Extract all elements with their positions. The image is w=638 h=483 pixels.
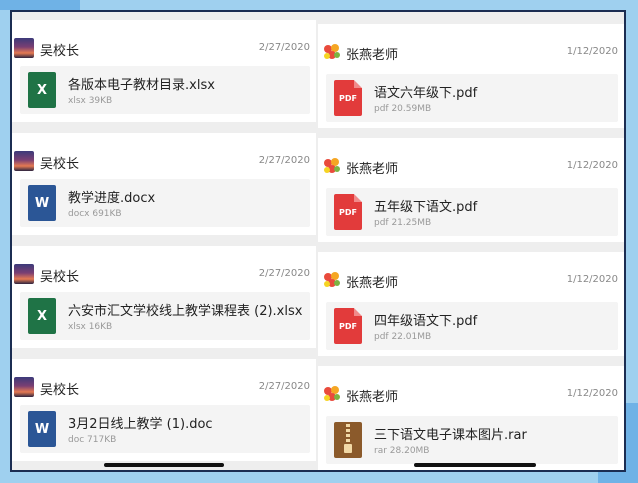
message-card[interactable]: 张燕老师 1/12/2020 PDF 四年级语文下.pdf pdf 22.01M…	[318, 252, 624, 356]
message-card[interactable]: 吴校长 2/27/2020 W 3月2日线上教学 (1).doc doc 717…	[12, 359, 316, 461]
file-meta: rar 28.20MB	[374, 446, 430, 456]
pdf-file-icon: PDF	[334, 194, 362, 230]
file-name: 五年级下语文.pdf	[374, 200, 478, 215]
message-date: 2/27/2020	[258, 42, 310, 53]
sender-name: 吴校长	[40, 44, 80, 59]
file-meta: docx 691KB	[68, 209, 122, 219]
file-name: 六安市汇文学校线上教学课程表 (2).xlsx	[68, 304, 303, 319]
file-name: 四年级语文下.pdf	[374, 314, 478, 329]
message-card[interactable]: 张燕老师 1/12/2020 PDF 五年级下语文.pdf pdf 21.25M…	[318, 138, 624, 242]
sender-name: 吴校长	[40, 383, 80, 398]
avatar[interactable]	[322, 384, 342, 404]
sender-name: 吴校长	[40, 157, 80, 172]
message-date: 1/12/2020	[566, 46, 618, 57]
sender-name: 张燕老师	[346, 162, 399, 177]
right-file-list: 张燕老师 1/12/2020 PDF 语文六年级下.pdf pdf 20.59M…	[318, 12, 624, 470]
message-date: 2/27/2020	[258, 381, 310, 392]
excel-file-icon: X	[28, 298, 56, 334]
file-meta: pdf 20.59MB	[374, 104, 432, 114]
message-date: 2/27/2020	[258, 268, 310, 279]
file-name: 三下语文电子课本图片.rar	[374, 428, 527, 443]
file-name: 3月2日线上教学 (1).doc	[68, 417, 213, 432]
file-attachment[interactable]: 三下语文电子课本图片.rar rar 28.20MB	[326, 416, 618, 464]
file-attachment[interactable]: W 3月2日线上教学 (1).doc doc 717KB	[20, 405, 310, 453]
file-name: 教学进度.docx	[68, 191, 156, 206]
sender-name: 张燕老师	[346, 276, 399, 291]
background-accent	[0, 0, 80, 10]
avatar[interactable]	[14, 38, 34, 58]
screenshot-frame: 吴校长 2/27/2020 X 各版本电子教材目录.xlsx xlsx 39KB…	[10, 10, 626, 472]
archive-file-icon	[334, 422, 362, 458]
message-date: 1/12/2020	[566, 274, 618, 285]
message-card[interactable]: 张燕老师 1/12/2020 PDF 语文六年级下.pdf pdf 20.59M…	[318, 24, 624, 128]
avatar[interactable]	[322, 156, 342, 176]
sender-name: 张燕老师	[346, 390, 399, 405]
file-attachment[interactable]: X 各版本电子教材目录.xlsx xlsx 39KB	[20, 66, 310, 114]
file-attachment[interactable]: X 六安市汇文学校线上教学课程表 (2).xlsx xlsx 16KB	[20, 292, 310, 340]
file-meta: pdf 22.01MB	[374, 332, 432, 342]
file-attachment[interactable]: W 教学进度.docx docx 691KB	[20, 179, 310, 227]
avatar[interactable]	[14, 151, 34, 171]
avatar[interactable]	[14, 264, 34, 284]
file-name: 语文六年级下.pdf	[374, 86, 478, 101]
excel-file-icon: X	[28, 72, 56, 108]
avatar[interactable]	[322, 270, 342, 290]
message-card[interactable]: 吴校长 2/27/2020 X 六安市汇文学校线上教学课程表 (2).xlsx …	[12, 246, 316, 348]
file-meta: xlsx 16KB	[68, 322, 113, 332]
sender-name: 张燕老师	[346, 48, 399, 63]
word-file-icon: W	[28, 185, 56, 221]
message-card[interactable]: 张燕老师 1/12/2020 三下语文电子课本图片.rar rar 28.20M…	[318, 366, 624, 470]
file-attachment[interactable]: PDF 语文六年级下.pdf pdf 20.59MB	[326, 74, 618, 122]
sender-name: 吴校长	[40, 270, 80, 285]
zipper-icon	[346, 424, 350, 446]
file-attachment[interactable]: PDF 四年级语文下.pdf pdf 22.01MB	[326, 302, 618, 350]
home-indicator	[104, 463, 224, 467]
message-card[interactable]: 吴校长 2/27/2020 X 各版本电子教材目录.xlsx xlsx 39KB	[12, 20, 316, 122]
message-card[interactable]: 吴校长 2/27/2020 W 教学进度.docx docx 691KB	[12, 133, 316, 235]
left-file-list: 吴校长 2/27/2020 X 各版本电子教材目录.xlsx xlsx 39KB…	[12, 12, 316, 470]
file-meta: xlsx 39KB	[68, 96, 113, 106]
avatar[interactable]	[322, 42, 342, 62]
file-attachment[interactable]: PDF 五年级下语文.pdf pdf 21.25MB	[326, 188, 618, 236]
message-date: 1/12/2020	[566, 160, 618, 171]
file-meta: doc 717KB	[68, 435, 117, 445]
word-file-icon: W	[28, 411, 56, 447]
home-indicator	[414, 463, 536, 467]
message-date: 2/27/2020	[258, 155, 310, 166]
file-meta: pdf 21.25MB	[374, 218, 432, 228]
avatar[interactable]	[14, 377, 34, 397]
file-name: 各版本电子教材目录.xlsx	[68, 78, 215, 93]
pdf-file-icon: PDF	[334, 308, 362, 344]
pdf-file-icon: PDF	[334, 80, 362, 116]
message-date: 1/12/2020	[566, 388, 618, 399]
